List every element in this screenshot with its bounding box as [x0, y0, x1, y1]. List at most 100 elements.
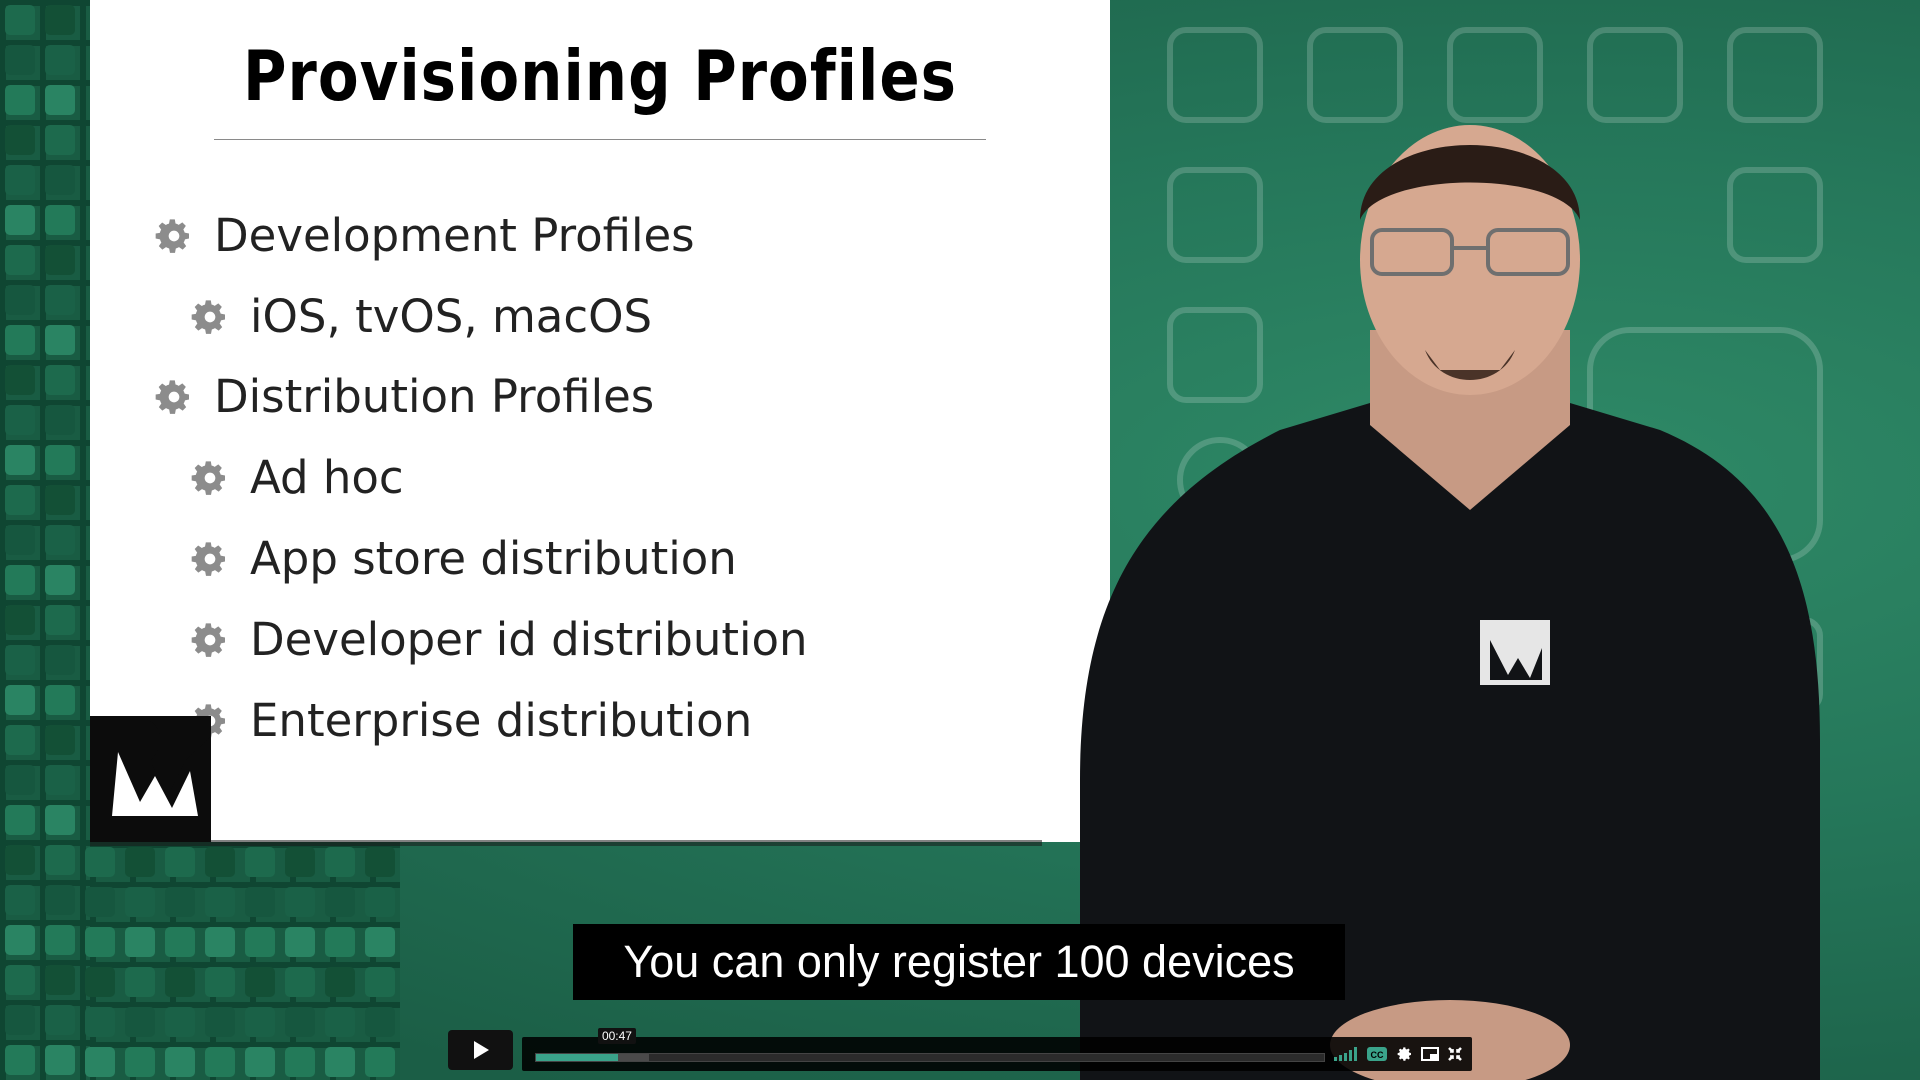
progress-bar[interactable] — [535, 1053, 1325, 1062]
background-tile — [5, 285, 35, 315]
gear-bullet-icon — [190, 297, 230, 337]
background-tile — [285, 847, 315, 877]
bullet-item: Development Profiles — [154, 209, 695, 262]
background-tile — [5, 1005, 35, 1035]
picture-in-picture-icon — [1421, 1047, 1439, 1061]
background-tile — [365, 967, 395, 997]
background-tile — [85, 967, 115, 997]
background-tile — [285, 887, 315, 917]
bullet-text: App store distribution — [250, 532, 737, 585]
gear-bullet-icon — [154, 216, 194, 256]
gear-bullet-icon — [190, 539, 230, 579]
background-tile — [205, 847, 235, 877]
background-tile — [165, 1007, 195, 1037]
bullet-text: iOS, tvOS, macOS — [250, 290, 653, 343]
background-tile — [45, 685, 75, 715]
background-tile — [45, 445, 75, 475]
background-tile — [5, 45, 35, 75]
background-tile — [85, 927, 115, 957]
slide-shadow — [90, 840, 1042, 846]
background-tile — [245, 927, 275, 957]
background-tile — [45, 565, 75, 595]
raywenderlich-logo — [90, 716, 211, 842]
settings-button[interactable] — [1397, 1046, 1413, 1062]
gear-bullet-icon — [154, 377, 194, 417]
background-tile — [5, 605, 35, 635]
background-tile — [45, 805, 75, 835]
background-tile — [45, 1005, 75, 1035]
background-tile — [5, 165, 35, 195]
background-tile — [5, 725, 35, 755]
fullscreen-button[interactable] — [1448, 1046, 1462, 1062]
svg-text:CC: CC — [1371, 1050, 1384, 1060]
background-tile — [125, 927, 155, 957]
background-tile — [85, 847, 115, 877]
background-tile — [205, 1007, 235, 1037]
background-tile — [45, 245, 75, 275]
background-tile — [45, 925, 75, 955]
background-tile — [85, 1047, 115, 1077]
background-tile — [125, 887, 155, 917]
volume-button[interactable] — [1334, 1046, 1358, 1062]
background-tile — [45, 765, 75, 795]
background-tile — [5, 645, 35, 675]
closed-captions-button[interactable]: CC — [1367, 1046, 1387, 1062]
background-tile — [45, 285, 75, 315]
fullscreen-icon — [1448, 1047, 1462, 1061]
background-tile — [165, 847, 195, 877]
background-tile — [5, 365, 35, 395]
background-tile — [205, 887, 235, 917]
background-tile — [365, 1047, 395, 1077]
background-tile — [365, 847, 395, 877]
gear-bullet-icon — [190, 620, 230, 660]
background-tile — [5, 685, 35, 715]
bullet-item: Ad hoc — [190, 451, 404, 504]
bullet-text: Development Profiles — [214, 209, 695, 262]
played-progress — [536, 1054, 618, 1061]
background-tile — [45, 405, 75, 435]
picture-in-picture-button[interactable] — [1421, 1046, 1439, 1062]
background-tile — [45, 605, 75, 635]
background-tile — [5, 445, 35, 475]
background-tile — [5, 85, 35, 115]
background-tile — [85, 1007, 115, 1037]
background-tile — [285, 927, 315, 957]
background-tile — [325, 927, 355, 957]
background-tile — [5, 965, 35, 995]
background-tile — [205, 1047, 235, 1077]
video-control-bar — [522, 1037, 1472, 1071]
background-tile — [285, 967, 315, 997]
background-tile — [245, 887, 275, 917]
background-tile — [5, 245, 35, 275]
play-icon — [473, 1041, 489, 1059]
background-tile — [5, 925, 35, 955]
bullet-text: Developer id distribution — [250, 613, 808, 666]
bullet-item: App store distribution — [190, 532, 737, 585]
background-tile — [5, 525, 35, 555]
bullet-item: Enterprise distribution — [190, 694, 752, 747]
background-tile — [45, 45, 75, 75]
background-tile — [205, 927, 235, 957]
caption-text: You can only register 100 devices — [623, 936, 1295, 987]
background-tile — [45, 165, 75, 195]
bullet-item: Developer id distribution — [190, 613, 808, 666]
background-tile — [5, 845, 35, 875]
background-tile — [5, 405, 35, 435]
background-tile — [5, 565, 35, 595]
background-tile — [205, 967, 235, 997]
background-tile — [365, 927, 395, 957]
background-tile — [365, 887, 395, 917]
background-tile — [5, 765, 35, 795]
bullet-item: iOS, tvOS, macOS — [190, 290, 652, 343]
background-tile — [125, 967, 155, 997]
bullet-text: Distribution Profiles — [214, 370, 655, 423]
title-divider — [214, 139, 986, 140]
background-tile — [5, 205, 35, 235]
tile-pattern-background-lower — [90, 842, 400, 1080]
play-button[interactable] — [448, 1030, 513, 1070]
background-tile — [245, 1047, 275, 1077]
bullet-text: Ad hoc — [250, 451, 404, 504]
background-tile — [5, 485, 35, 515]
background-tile — [5, 125, 35, 155]
background-tile — [45, 485, 75, 515]
